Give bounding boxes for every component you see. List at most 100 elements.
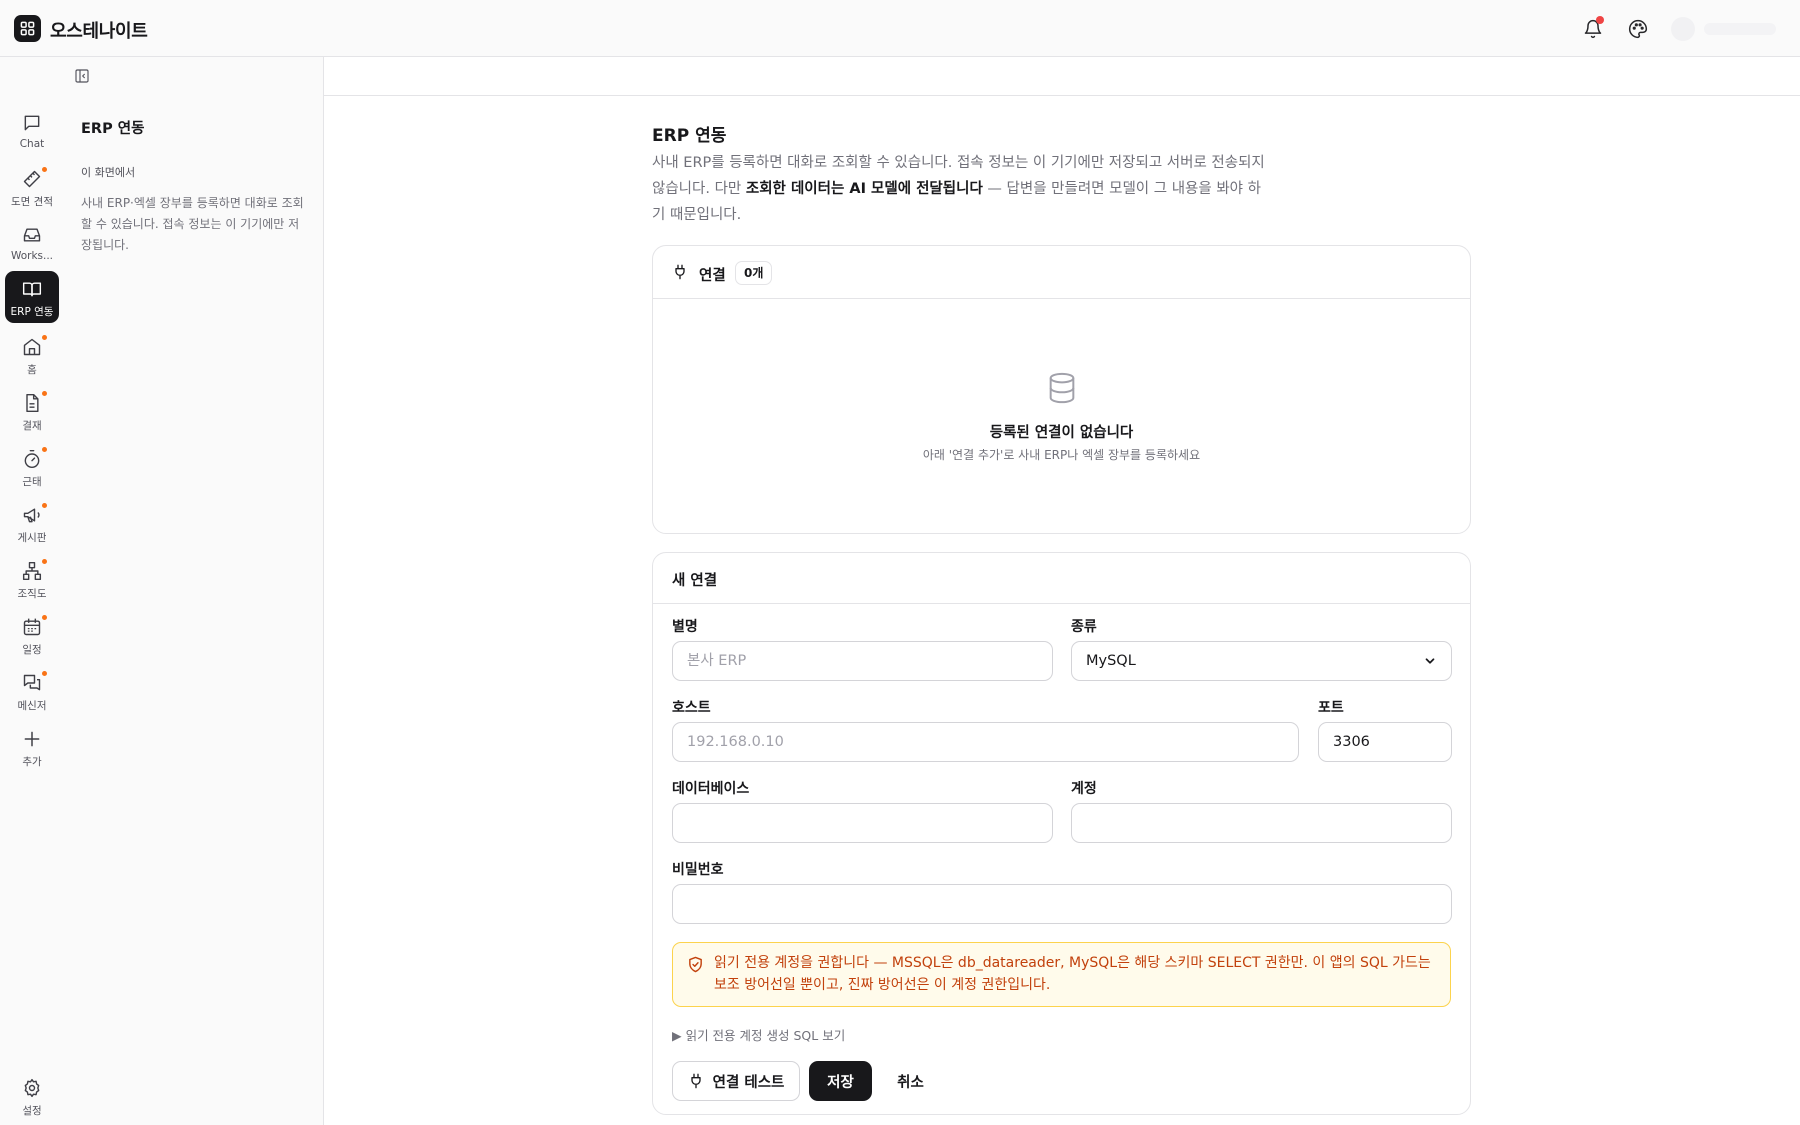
badge-dot [42,391,47,396]
rail-item-label: 도면 견적 [11,196,53,208]
rail-item-label: 조직도 [17,588,47,600]
rail-item-approval[interactable]: 결재 [5,385,59,437]
host-input[interactable] [672,722,1299,762]
test-connection-label: 연결 테스트 [712,1074,785,1091]
ruler-icon [22,169,42,189]
rail-item-workspace[interactable]: Works... [5,217,59,269]
rail-item-attendance[interactable]: 근태 [5,441,59,493]
rail-item-label: 설정 [22,1105,42,1117]
notice-text: 읽기 전용 계정을 권합니다 — MSSQL은 db_datareader, M… [714,955,1431,993]
rail-item-label: 추가 [22,756,42,768]
alias-input[interactable] [672,641,1053,681]
chevron-down-icon [1423,654,1437,668]
badge-dot [42,167,47,172]
rail-item-label: 홈 [27,364,37,376]
empty-state-subtitle: 아래 '연결 추가'로 사내 ERP나 엑셀 장부를 등록하세요 [922,448,1201,462]
rail-item-calendar[interactable]: 일정 [5,609,59,661]
rail-item-add[interactable]: 추가 [5,721,59,773]
type-label: 종류 [1071,619,1097,635]
bell-icon[interactable] [1581,16,1605,41]
app-logo-icon[interactable] [14,15,41,42]
chat-icon [22,113,42,133]
connections-header: 연결 0개 [653,246,1470,299]
top-bar: 오스테나이트 [0,0,1800,57]
rail-item-chat[interactable]: Chat [5,105,59,157]
shield-check-icon [687,956,704,973]
rail-item-label: 결재 [22,420,42,432]
org-chart-icon [22,561,42,581]
readonly-notice: 읽기 전용 계정을 권합니다 — MSSQL은 db_datareader, M… [672,942,1451,1007]
panel-collapse-icon[interactable] [74,68,92,86]
database-label: 데이터베이스 [672,781,750,797]
badge-dot [42,335,47,340]
badge-dot [42,503,47,508]
document-icon [22,393,42,413]
panel-subtitle: 이 화면에서 [81,166,136,179]
desc-emphasis: 조회한 데이터는 AI 모델에 전달됩니다 [745,181,983,197]
rail-item-settings[interactable]: 설정 [5,1070,59,1122]
panel-title: ERP 연동 [81,121,145,137]
connections-card: 연결 0개 등록된 연결이 없습니다 아래 '연결 추가'로 사내 ERP나 엑… [652,245,1471,534]
port-input[interactable] [1318,722,1452,762]
save-button[interactable]: 저장 [809,1061,872,1101]
sql-toggle-link[interactable]: ▶ 읽기 전용 계정 생성 SQL 보기 [672,1025,845,1044]
book-open-icon [22,279,42,299]
database-input[interactable] [672,803,1053,843]
panel-description: 사내 ERP·엑셀 장부를 등록하면 대화로 조회할 수 있습니다. 접속 정보… [81,196,304,252]
timer-icon [22,449,42,469]
account-input[interactable] [1071,803,1452,843]
badge-dot [42,615,47,620]
rail-item-messenger[interactable]: 메신저 [5,665,59,717]
app-name: 오스테나이트 [50,21,148,42]
account-label: 계정 [1071,781,1097,797]
password-input[interactable] [672,884,1452,924]
cancel-button[interactable]: 취소 [879,1061,942,1101]
rail-item-org[interactable]: 조직도 [5,553,59,605]
badge-dot [42,671,47,676]
plus-icon [22,729,42,749]
rail-item-label: Chat [19,138,45,150]
home-icon [22,337,42,357]
database-icon [1045,371,1079,405]
megaphone-icon [22,505,42,525]
type-select-value: MySQL [1086,653,1136,669]
plug-icon [672,264,688,280]
test-connection-button[interactable]: 연결 테스트 [672,1061,800,1101]
user-name-placeholder[interactable] [1704,23,1776,35]
port-label: 포트 [1318,700,1344,716]
new-connection-card: 새 연결 별명 종류 MySQL 호스트 포트 데이터베이스 계정 비밀번호 읽… [652,552,1471,1115]
calendar-icon [22,617,42,637]
rail-item-label: ERP 연동 [10,306,54,318]
gear-icon [22,1078,42,1098]
rail-item-erp[interactable]: ERP 연동 [5,271,59,323]
connections-count-badge: 0개 [735,261,773,285]
rail-item-quote[interactable]: 도면 견적 [5,161,59,213]
type-select[interactable]: MySQL [1071,641,1452,681]
rail-item-board[interactable]: 게시판 [5,497,59,549]
connections-title: 연결 [699,268,726,284]
new-connection-title: 새 연결 [672,573,718,589]
rail-item-label: 일정 [22,644,42,656]
new-connection-header: 새 연결 [653,553,1470,604]
notification-dot [1596,16,1604,24]
empty-state-title: 등록된 연결이 없습니다 [989,425,1134,441]
host-label: 호스트 [672,700,711,716]
rail-item-home[interactable]: 홈 [5,329,59,381]
messages-icon [22,673,42,693]
alias-label: 별명 [672,619,698,635]
rail-item-label: Works... [10,250,54,262]
rail-item-label: 게시판 [17,532,47,544]
icon-rail: Chat 도면 견적 Works... ERP 연동 홈 결재 근태 게시판 조… [0,57,63,1125]
side-panel: ERP 연동 이 화면에서 사내 ERP·엑셀 장부를 등록하면 대화로 조회할… [63,57,324,1125]
avatar[interactable] [1671,17,1695,41]
password-label: 비밀번호 [672,862,724,878]
header-divider [324,95,1800,96]
inbox-icon [22,225,42,245]
rail-item-label: 메신저 [17,700,47,712]
palette-icon[interactable] [1626,17,1650,41]
rail-item-label: 근태 [22,476,42,488]
page-description: 사내 ERP를 등록하면 대화로 조회할 수 있습니다. 접속 정보는 이 기기… [652,150,1272,228]
badge-dot [42,559,47,564]
badge-dot [42,447,47,452]
page-title: ERP 연동 [652,126,727,146]
